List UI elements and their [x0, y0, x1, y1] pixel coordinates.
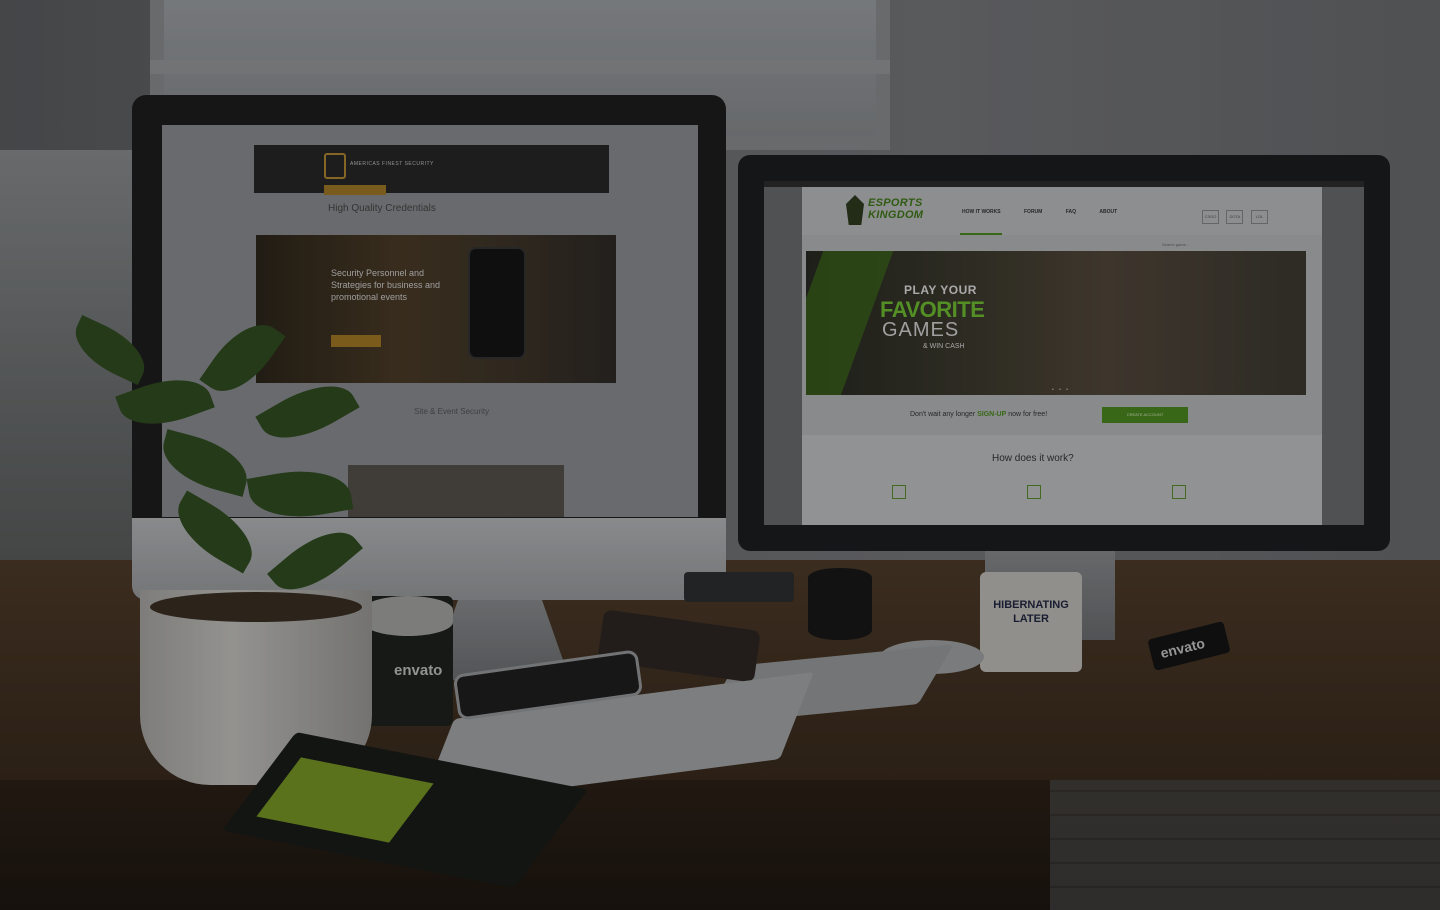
- phone-image: [468, 247, 526, 359]
- security-hero-heading: Security Personnel and Strategies for bu…: [331, 268, 441, 302]
- nav-faq[interactable]: FAQ: [1066, 209, 1076, 215]
- esports-nav: HOW IT WORKS FORUM FAQ ABOUT: [962, 209, 1139, 215]
- esports-logo-text: ESPORTS KINGDOM: [868, 197, 923, 221]
- camera-lens: [808, 568, 872, 640]
- shield-logo-icon: [324, 153, 346, 179]
- hero-line-3: GAMES: [882, 319, 960, 341]
- cta-pre: Don't wait any longer: [910, 411, 976, 418]
- users-icon: [1027, 485, 1041, 499]
- create-account-button[interactable]: CREATE ACCOUNT: [1102, 407, 1188, 423]
- monitor-icon: [1172, 485, 1186, 499]
- how-it-works-section: How does it work?: [802, 435, 1322, 525]
- how-title: How does it work?: [992, 453, 1074, 464]
- mug-line-1: HIBERNATING: [993, 599, 1069, 611]
- crown-logo-icon: [846, 195, 864, 225]
- hero-line-1: PLAY YOUR: [904, 283, 977, 297]
- game-icon-dota[interactable]: DOTA: [1226, 210, 1244, 224]
- nav-active-indicator: [960, 233, 1002, 235]
- display-screen: ESPORTS KINGDOM HOW IT WORKS FORUM FAQ A…: [764, 181, 1364, 525]
- security-badge: [324, 185, 386, 195]
- plant-soil: [150, 592, 362, 622]
- nav-how-it-works[interactable]: HOW IT WORKS: [962, 209, 1001, 215]
- desk-scene: AMERICAS FINEST SECURITY High Quality Cr…: [0, 0, 1440, 910]
- security-title: High Quality Credentials: [328, 203, 436, 214]
- logo-line-2: KINGDOM: [868, 209, 924, 221]
- apple-logo-icon: [418, 548, 440, 572]
- esports-logo: ESPORTS KINGDOM: [846, 195, 942, 225]
- game-icon-lol[interactable]: LOL: [1250, 210, 1268, 224]
- mug-label: HIBERNATING LATER: [986, 598, 1076, 626]
- game-icon-csgo[interactable]: CSGO: [1202, 210, 1219, 224]
- signup-cta: Don't wait any longer SIGN-UP now for fr…: [910, 411, 1047, 418]
- nav-about[interactable]: ABOUT: [1099, 209, 1117, 215]
- security-hero-button: [331, 335, 381, 347]
- esports-site: ESPORTS KINGDOM HOW IT WORKS FORUM FAQ A…: [802, 187, 1322, 525]
- display-monitor: ESPORTS KINGDOM HOW IT WORKS FORUM FAQ A…: [738, 155, 1390, 551]
- nav-forum[interactable]: FORUM: [1024, 209, 1042, 215]
- cta-signup-link[interactable]: SIGN-UP: [977, 411, 1006, 418]
- esports-header: ESPORTS KINGDOM HOW IT WORKS FORUM FAQ A…: [802, 187, 1322, 235]
- carousel-dots[interactable]: • • •: [1052, 387, 1070, 393]
- coffee-cup-lid: [363, 596, 453, 636]
- document-icon: [892, 485, 906, 499]
- window-bar: [150, 60, 890, 74]
- brick-wall: [1050, 780, 1440, 910]
- security-hero: Security Personnel and Strategies for bu…: [256, 235, 616, 383]
- cup-label: envato: [394, 662, 443, 679]
- logo-line-1: ESPORTS: [868, 197, 923, 209]
- security-image-strip: [348, 465, 564, 517]
- mug-line-2: LATER: [1013, 613, 1049, 625]
- cta-post: now for free!: [1008, 411, 1048, 418]
- security-subtitle: Site & Event Security: [414, 407, 490, 416]
- security-site-header: AMERICAS FINEST SECURITY: [254, 145, 609, 193]
- imac-screen: AMERICAS FINEST SECURITY High Quality Cr…: [162, 125, 698, 517]
- security-brand: AMERICAS FINEST SECURITY: [350, 161, 434, 167]
- hard-drive: [684, 572, 794, 602]
- hero-line-4: & WIN CASH: [923, 343, 965, 350]
- header-game-icons: CSGO DOTA LOL: [1202, 205, 1271, 224]
- esports-hero: PLAY YOUR FAVORITE GAMES & WIN CASH • • …: [806, 251, 1306, 395]
